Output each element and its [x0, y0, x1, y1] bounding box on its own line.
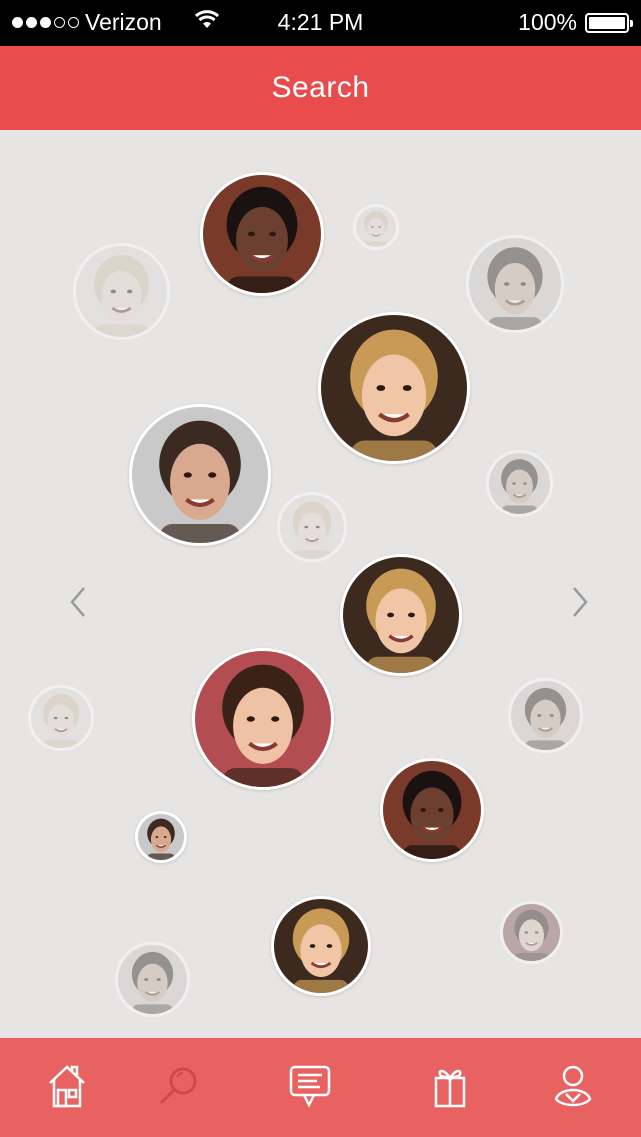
avatar-face-icon: [203, 175, 321, 293]
profile-bubble-15[interactable]: [271, 896, 371, 996]
profile-bubble-1[interactable]: [200, 172, 324, 296]
battery-group: 100%: [518, 9, 633, 36]
avatar-face-icon: [503, 904, 560, 961]
battery-percent: 100%: [518, 9, 577, 35]
avatar-face-icon: [118, 945, 187, 1014]
avatar-face-icon: [138, 814, 184, 860]
user-icon: [550, 1063, 596, 1114]
tab-profile[interactable]: [545, 1060, 601, 1116]
battery-icon: [585, 12, 633, 33]
avatar-face-icon: [132, 407, 268, 543]
header-bar: Search: [0, 46, 641, 130]
tab-home[interactable]: [39, 1060, 95, 1116]
profile-bubble-7[interactable]: [486, 450, 553, 517]
status-bar: Verizon 4:21 PM 100%: [0, 0, 641, 46]
tab-search[interactable]: [150, 1060, 206, 1116]
profile-bubble-5[interactable]: [318, 312, 470, 464]
profile-bubble-4[interactable]: [466, 235, 564, 333]
avatar-face-icon: [76, 246, 167, 337]
house-icon: [46, 1063, 88, 1114]
profile-bubble-10[interactable]: [28, 685, 94, 751]
avatar-face-icon: [469, 238, 561, 330]
avatar-face-icon: [321, 315, 467, 461]
profile-bubble-3[interactable]: [73, 243, 170, 340]
profile-bubble-11[interactable]: [192, 648, 334, 790]
profile-bubble-6[interactable]: [129, 404, 271, 546]
profile-bubble-cloud: [0, 130, 641, 1038]
avatar-face-icon: [489, 453, 550, 514]
profile-bubble-8[interactable]: [277, 492, 347, 562]
avatar-face-icon: [195, 651, 331, 787]
profile-bubble-16[interactable]: [500, 901, 563, 964]
profile-bubble-14[interactable]: [135, 811, 187, 863]
avatar-face-icon: [511, 681, 580, 750]
tab-messages[interactable]: [282, 1060, 338, 1116]
avatar-face-icon: [356, 207, 396, 247]
avatar-face-icon: [274, 899, 368, 993]
magnifier-icon: [155, 1063, 201, 1114]
avatar-face-icon: [280, 495, 344, 559]
profile-bubble-12[interactable]: [508, 678, 583, 753]
avatar-face-icon: [343, 557, 459, 673]
profile-bubble-9[interactable]: [340, 554, 462, 676]
profile-bubble-2[interactable]: [353, 204, 399, 250]
page-title: Search: [271, 71, 370, 104]
tab-gifts[interactable]: [422, 1060, 478, 1116]
avatar-face-icon: [31, 688, 91, 748]
avatar-face-icon: [383, 761, 481, 859]
profile-bubble-13[interactable]: [380, 758, 484, 862]
gift-icon: [429, 1063, 471, 1114]
chevron-right-icon[interactable]: [568, 585, 592, 619]
profile-bubble-17[interactable]: [115, 942, 190, 1017]
chevron-left-icon[interactable]: [66, 585, 90, 619]
chat-bubble-icon: [287, 1063, 333, 1114]
tab-bar: [0, 1038, 641, 1137]
